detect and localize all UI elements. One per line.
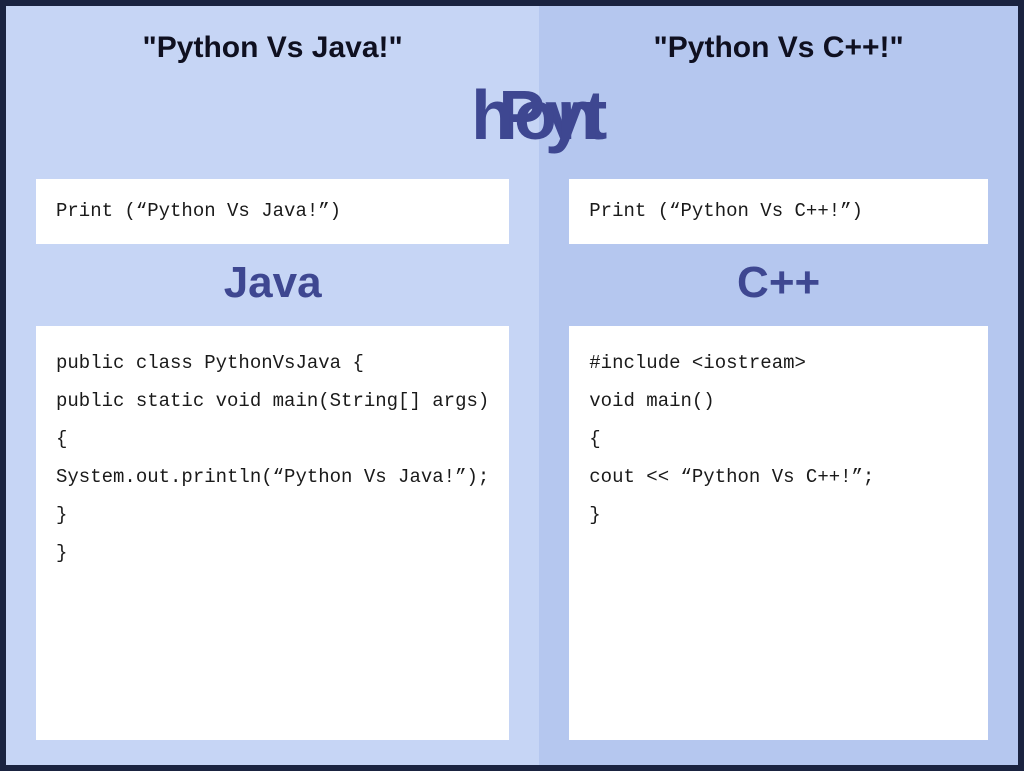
right-quote-heading: "Python Vs C++!"	[569, 31, 988, 65]
python-code-right: Print (“Python Vs C++!”)	[569, 179, 988, 244]
left-panel: "Python Vs Java!" Pyt Print (“Python Vs …	[6, 6, 539, 765]
right-panel: "Python Vs C++!" hon Print (“Python Vs C…	[539, 6, 1018, 765]
python-code-left: Print (“Python Vs Java!”)	[36, 179, 509, 244]
cpp-title: C++	[569, 258, 988, 308]
python-title-right-half: hon	[471, 75, 988, 155]
cpp-code-block: #include <iostream> void main() { cout <…	[569, 326, 988, 741]
left-quote-heading: "Python Vs Java!"	[36, 31, 509, 65]
java-code-block: public class PythonVsJava { public stati…	[36, 326, 509, 741]
java-title: Java	[36, 258, 509, 308]
